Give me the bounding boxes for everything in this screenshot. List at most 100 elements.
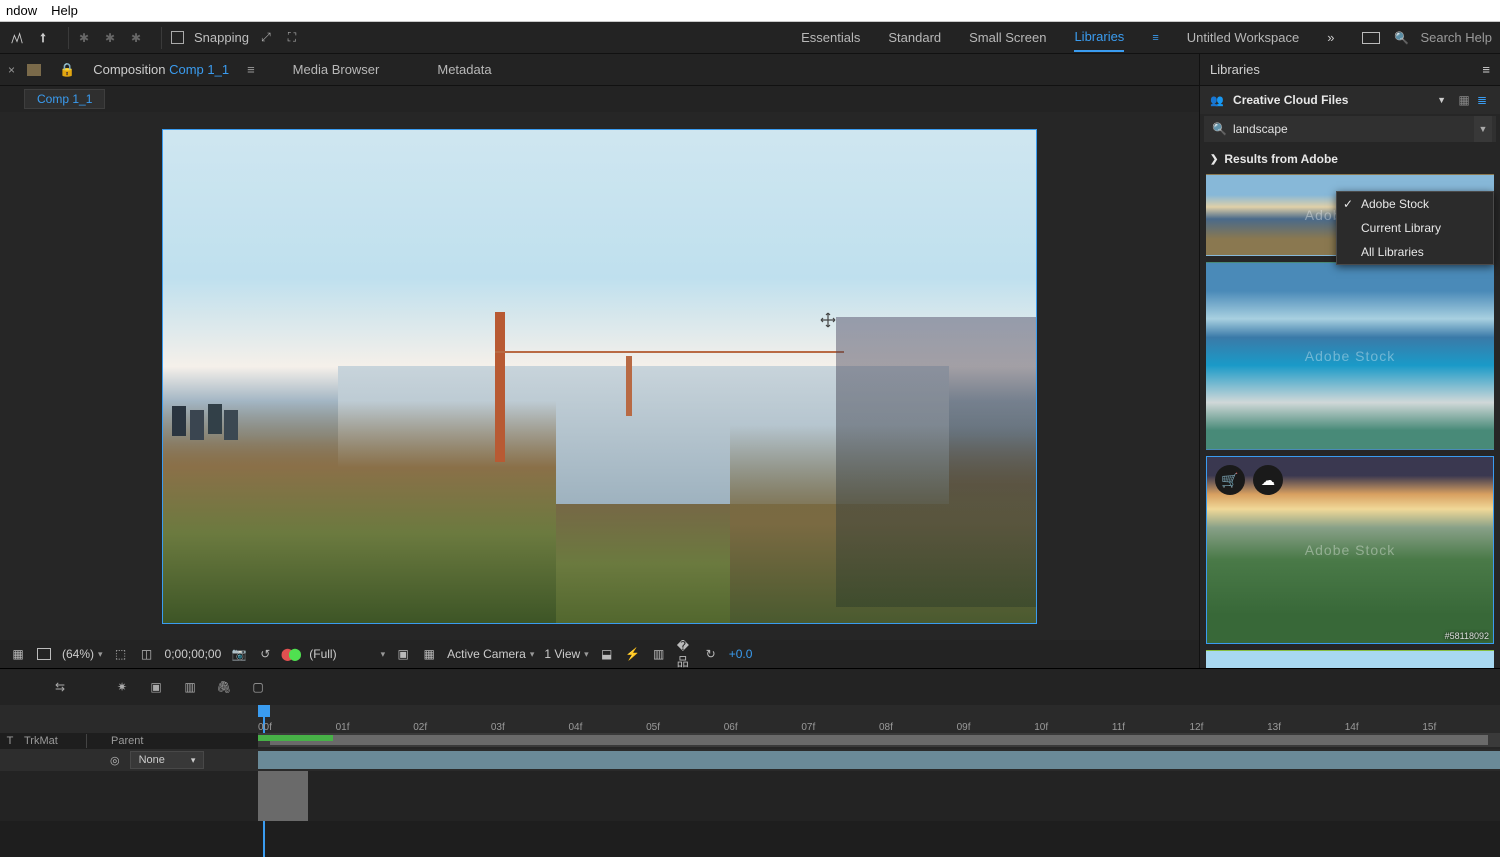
snap-box-icon[interactable]: [168, 29, 186, 47]
drag-cursor-icon: [820, 312, 836, 328]
ruler-tick: 08f: [879, 722, 893, 733]
media-browser-tab[interactable]: Media Browser: [293, 62, 380, 77]
composition-viewer[interactable]: [0, 112, 1199, 640]
ruler-tick: 05f: [646, 722, 660, 733]
brainstorm-icon[interactable]: 🖇: [214, 678, 234, 696]
search-scope-dropdown[interactable]: ▼: [1474, 116, 1492, 142]
scope-current-library[interactable]: Current Library: [1337, 216, 1493, 240]
workspace-small-screen[interactable]: Small Screen: [969, 30, 1046, 45]
puppet3-icon: ✱: [127, 29, 145, 47]
grid-view-icon[interactable]: ▦: [1456, 93, 1472, 107]
composition-panel-tabs: × 🔒 Composition Comp 1_1 ≡ Media Browser…: [0, 54, 1199, 86]
visibility-icon[interactable]: ◎: [110, 754, 120, 767]
workspace-tabs: Essentials Standard Small Screen Librari…: [801, 23, 1392, 52]
ruler-tick: 09f: [957, 722, 971, 733]
resolution-icon[interactable]: ⬚: [113, 647, 129, 661]
playhead[interactable]: [258, 705, 270, 717]
ruler-tick: 01f: [336, 722, 350, 733]
libraries-panel: Libraries ≡ 👥 Creative Cloud Files ▼ ▦ ≣…: [1200, 54, 1500, 668]
views-dropdown[interactable]: 1 View▾: [544, 647, 588, 661]
timecode[interactable]: 0;00;00;00: [165, 647, 222, 661]
timeline-icon[interactable]: ▥: [651, 647, 667, 661]
library-source-chevron-icon[interactable]: ▼: [1437, 95, 1446, 105]
library-search[interactable]: 🔍 landscape ▼: [1204, 116, 1496, 142]
exposure-value[interactable]: +0.0: [729, 647, 753, 661]
col-parent: Parent: [93, 735, 143, 747]
snap-edge-icon[interactable]: ⤢: [257, 29, 275, 47]
roi-icon[interactable]: ◫: [139, 647, 155, 661]
layer-clip[interactable]: [258, 751, 1500, 769]
comp-breadcrumb[interactable]: Comp 1_1: [24, 89, 105, 109]
canvas[interactable]: [162, 129, 1037, 624]
list-view-icon[interactable]: ≣: [1474, 93, 1490, 107]
workspace-menu-icon[interactable]: ≡: [1152, 32, 1158, 44]
panel-menu-icon[interactable]: ≡: [247, 62, 255, 77]
menu-help[interactable]: Help: [51, 3, 78, 18]
workspace-overflow-icon[interactable]: »: [1327, 30, 1334, 45]
motion-blur-icon[interactable]: ▣: [146, 678, 166, 696]
snapping-label[interactable]: Snapping: [194, 30, 249, 45]
reset-exposure-icon[interactable]: ↻: [703, 647, 719, 661]
stock-thumb[interactable]: Adobe Stock: [1206, 650, 1494, 668]
sync-settings-icon[interactable]: [1362, 29, 1380, 47]
metadata-tab[interactable]: Metadata: [437, 62, 491, 77]
close-tab-icon[interactable]: ×: [8, 63, 15, 77]
stock-id: #58118092: [1445, 631, 1489, 641]
results-toggle-icon[interactable]: ❯: [1210, 154, 1218, 165]
people-icon: 👥: [1210, 95, 1224, 107]
workspace-untitled[interactable]: Untitled Workspace: [1187, 30, 1299, 45]
timeline-panel: ⇆ ✷ ▣ ▥ 🖇 ▢ 00f01f02f03f04f05f06f07f08f0…: [0, 668, 1500, 844]
ruler-tick: 15f: [1422, 722, 1436, 733]
channel-icon[interactable]: ⬤⬤: [283, 647, 299, 661]
workspace-standard[interactable]: Standard: [888, 30, 941, 45]
parent-dropdown[interactable]: None▾: [130, 751, 205, 769]
ruler-tick: 03f: [491, 722, 505, 733]
pixel-aspect-icon[interactable]: ⬓: [599, 647, 615, 661]
ruler-tick: 14f: [1345, 722, 1359, 733]
shy-icon[interactable]: ⇆: [50, 678, 70, 696]
graph-editor-icon[interactable]: ▥: [180, 678, 200, 696]
puppet-icon: ✱: [75, 29, 93, 47]
composition-tab-label[interactable]: Composition: [93, 62, 165, 77]
camera-dropdown[interactable]: Active Camera▾: [447, 647, 534, 661]
add-to-cart-button[interactable]: 🛒: [1215, 465, 1245, 495]
flowchart-icon[interactable]: �品: [677, 647, 693, 661]
pin-tool-icon[interactable]: [34, 29, 52, 47]
snapshot-icon[interactable]: 📷: [231, 647, 247, 661]
stock-thumb[interactable]: Adobe Stock: [1206, 262, 1494, 450]
scope-adobe-stock[interactable]: Adobe Stock: [1337, 192, 1493, 216]
workspace-essentials[interactable]: Essentials: [801, 30, 860, 45]
layer-clip[interactable]: [258, 771, 308, 821]
lock-icon[interactable]: 🔒: [59, 62, 75, 78]
mask-icon[interactable]: ▦: [421, 647, 437, 661]
stock-thumb[interactable]: 🛒 ☁ Adobe Stock #58118092: [1206, 456, 1494, 644]
watermark: Adobe Stock: [1305, 348, 1395, 364]
search-icon[interactable]: 🔍: [1392, 29, 1410, 47]
col-t: T: [0, 735, 20, 747]
zoom-dropdown[interactable]: (64%)▾: [62, 647, 103, 661]
ruler-tick: 10f: [1034, 722, 1048, 733]
work-area-bar[interactable]: [258, 735, 333, 741]
frame-blend-icon[interactable]: ✷: [112, 678, 132, 696]
download-button[interactable]: ☁: [1253, 465, 1283, 495]
menu-window[interactable]: ndow: [6, 3, 37, 18]
libraries-panel-menu-icon[interactable]: ≡: [1482, 62, 1490, 77]
workspace-libraries[interactable]: Libraries: [1074, 29, 1124, 52]
search-help-input[interactable]: Search Help: [1420, 30, 1492, 45]
timeline-ruler[interactable]: 00f01f02f03f04f05f06f07f08f09f10f11f12f1…: [258, 705, 1500, 733]
monitor-icon[interactable]: [36, 647, 52, 661]
resolution-dropdown[interactable]: (Full)▾: [309, 647, 385, 661]
home-tool-icon[interactable]: [8, 29, 26, 47]
library-search-input[interactable]: landscape: [1233, 122, 1288, 136]
fast-preview-icon[interactable]: ⚡: [625, 647, 641, 661]
show-snapshot-icon[interactable]: ↺: [257, 647, 273, 661]
timeline-scrollbar[interactable]: [270, 735, 1487, 745]
library-source-dropdown[interactable]: Creative Cloud Files: [1233, 93, 1348, 107]
composition-tab-name[interactable]: Comp 1_1: [169, 62, 229, 77]
render-icon[interactable]: ▢: [248, 678, 268, 696]
always-preview-icon[interactable]: ▦: [10, 647, 26, 661]
transparency-grid-icon[interactable]: ▣: [395, 647, 411, 661]
scope-all-libraries[interactable]: All Libraries: [1337, 240, 1493, 264]
puppet2-icon: ✱: [101, 29, 119, 47]
snap-grid-icon[interactable]: ⛶: [283, 29, 301, 47]
